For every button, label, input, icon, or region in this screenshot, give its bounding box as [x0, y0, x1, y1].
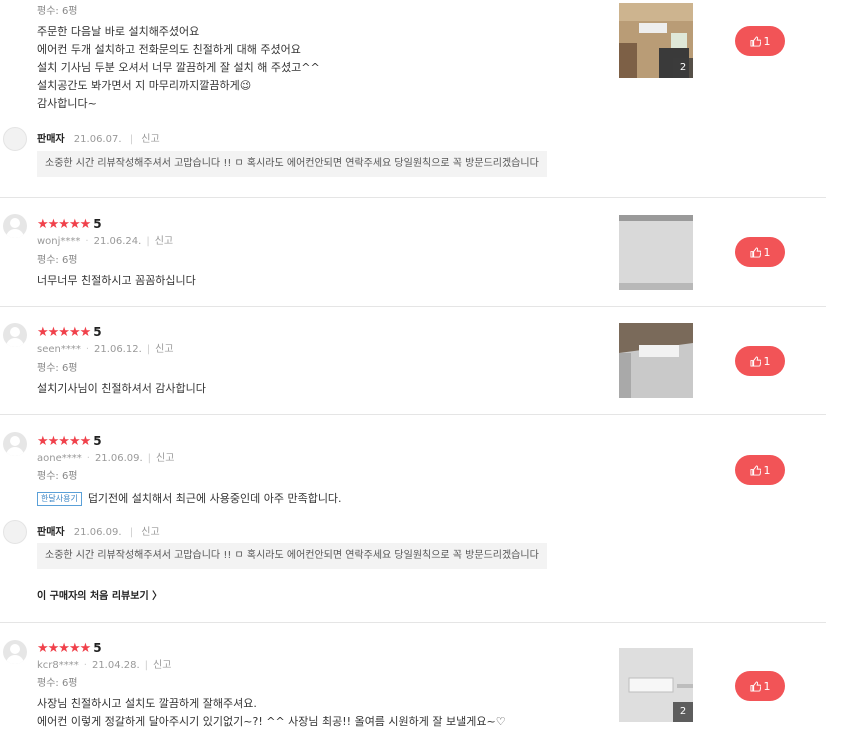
image-count-badge: 2 [673, 58, 693, 78]
like-button[interactable]: 1 [735, 26, 785, 56]
seller-reply-text: 소중한 시간 리뷰작성해주셔서 고맙습니다 !! ㅁ 혹시라도 에어컨안되면 연… [37, 151, 547, 177]
rating: ★★★★★ 5 [37, 213, 102, 232]
review-meta: kcr8**** · 21.04.28. | 신고 [37, 660, 172, 671]
wall-photo-image [619, 215, 693, 290]
reviewer-id: aone**** [37, 453, 82, 464]
review-line: 너무너무 친절하시고 꼼꼼하십니다 [37, 274, 196, 287]
like-count: 1 [763, 34, 771, 48]
rating: ★★★★★ 5 [37, 637, 102, 656]
report-link[interactable]: 신고 [141, 527, 159, 538]
like-button[interactable]: 1 [735, 346, 785, 376]
like-button[interactable]: 1 [735, 237, 785, 267]
like-count: 1 [763, 463, 771, 477]
rating: ★★★★★ 5 [37, 321, 102, 340]
image-count-badge: 2 [673, 702, 693, 722]
seller-reply-header: 판매자 21.06.09. | 신고 [37, 527, 160, 538]
review-size: 평수: 6평 [37, 6, 78, 17]
report-link[interactable]: 신고 [141, 134, 159, 145]
reply-date: 21.06.09. [73, 527, 122, 538]
review-divider [0, 622, 826, 623]
review-divider [0, 197, 826, 198]
rating-score: 5 [93, 434, 102, 448]
user-avatar-icon [3, 323, 27, 347]
report-link[interactable]: 신고 [153, 660, 171, 671]
seller-reply-text: 소중한 시간 리뷰작성해주셔서 고맙습니다 !! ㅁ 혹시라도 에어컨안되면 연… [37, 543, 547, 569]
review-line: 설치공간도 봐가면서 지 마무리까지깔끔하게😉 [37, 79, 252, 92]
review-line: 설치기사님이 친절하셔서 감사합니다 [37, 382, 206, 395]
review-date: 21.06.12. [94, 344, 142, 355]
month-usage-tag: 한달사용기 [37, 492, 82, 506]
seller-avatar [3, 127, 27, 151]
thumbs-up-icon [749, 246, 761, 258]
star-rating: ★★★★★ [37, 641, 91, 656]
review-text: 사장님 친절하시고 설치도 깔끔하게 잘해주셔요. 에어컨 이렇게 정갈하게 달… [37, 695, 506, 731]
review-line: 에어컨 두개 설치하고 전화문의도 친절하게 대해 주셨어요 [37, 43, 301, 56]
star-rating: ★★★★★ [37, 434, 91, 449]
reviewer-id: kcr8**** [37, 660, 79, 671]
star-rating: ★★★★★ [37, 217, 91, 232]
user-avatar-icon [3, 640, 27, 664]
review-line: 주문한 다음날 바로 설치해주셨어요 [37, 25, 200, 38]
review-photo[interactable] [619, 215, 693, 290]
reply-date: 21.06.07. [73, 134, 122, 145]
review-line: 설치 기사님 두분 오셔서 너무 깔끔하게 잘 설치 해 주셨고^^ [37, 61, 320, 74]
thumbs-up-icon [749, 464, 761, 476]
rating: ★★★★★ 5 [37, 430, 102, 449]
review-meta: aone**** · 21.06.09. | 신고 [37, 453, 175, 464]
seller-name: 판매자 [37, 134, 65, 145]
review-date: 21.06.09. [94, 453, 143, 464]
review-text: 주문한 다음날 바로 설치해주셨어요 에어컨 두개 설치하고 전화문의도 친절하… [37, 23, 320, 113]
review-date: 21.04.28. [91, 660, 140, 671]
like-button[interactable]: 1 [735, 455, 785, 485]
reviewer-id: wonj**** [37, 236, 81, 247]
seller-avatar [3, 520, 27, 544]
review-divider [0, 306, 826, 307]
review-size: 평수: 6평 [37, 678, 78, 689]
review-photo[interactable]: 2 [619, 648, 693, 722]
rating-score: 5 [93, 217, 102, 231]
aircon-photo-image [619, 323, 693, 398]
star-rating: ★★★★★ [37, 325, 91, 340]
review-line: 에어컨 이렇게 정갈하게 달아주시기 있기없기~?! ^^ 사장님 최공!! 올… [37, 715, 506, 728]
rating-score: 5 [93, 641, 102, 655]
report-link[interactable]: 신고 [155, 236, 173, 247]
like-count: 1 [763, 679, 771, 693]
review-meta: seen**** · 21.06.12. | 신고 [37, 344, 174, 355]
review-body: 한달사용기 덥기전에 설치해서 최근에 사용중인데 아주 만족합니다. [37, 490, 342, 508]
first-review-link[interactable]: 이 구매자의 처음 리뷰보기 〉 [37, 587, 162, 602]
review-line: 덥기전에 설치해서 최근에 사용중인데 아주 만족합니다. [87, 492, 342, 505]
thumbs-up-icon [749, 680, 761, 692]
review-line: 감사합니다~ [37, 97, 97, 110]
like-count: 1 [763, 245, 771, 259]
seller-reply-header: 판매자 21.06.07. | 신고 [37, 134, 160, 145]
user-avatar-icon [3, 214, 27, 238]
user-avatar-icon [3, 432, 27, 456]
review-date: 21.06.24. [93, 236, 142, 247]
like-button[interactable]: 1 [735, 671, 785, 701]
report-link[interactable]: 신고 [156, 453, 174, 464]
review-size: 평수: 6평 [37, 255, 78, 266]
review-meta: wonj**** · 21.06.24. | 신고 [37, 236, 174, 247]
review-divider [0, 414, 826, 415]
thumbs-up-icon [749, 355, 761, 367]
review-size: 평수: 6평 [37, 363, 78, 374]
review-size: 평수: 6평 [37, 471, 78, 482]
review-photo[interactable]: 2 [619, 3, 693, 78]
rating-score: 5 [93, 325, 102, 339]
reviewer-id: seen**** [37, 344, 81, 355]
review-photo[interactable] [619, 323, 693, 398]
report-link[interactable]: 신고 [155, 344, 173, 355]
thumbs-up-icon [749, 35, 761, 47]
like-count: 1 [763, 354, 771, 368]
seller-name: 판매자 [37, 527, 65, 538]
review-line: 사장님 친절하시고 설치도 깔끔하게 잘해주셔요. [37, 697, 257, 710]
